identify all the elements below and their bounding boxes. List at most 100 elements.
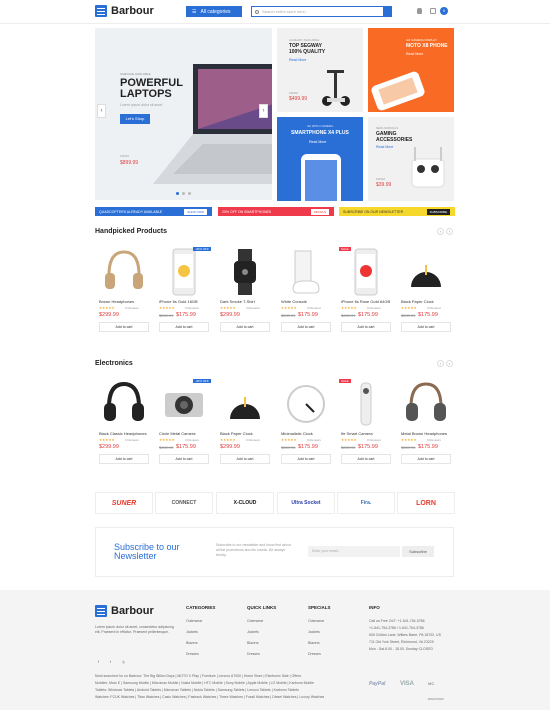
product-image[interactable]: [401, 379, 451, 429]
handpicked-prev[interactable]: ‹: [437, 228, 444, 235]
user-icon[interactable]: [417, 8, 422, 14]
footer-link[interactable]: Dresses: [186, 652, 199, 656]
brand-logo[interactable]: Fira.: [337, 492, 395, 514]
product-name[interactable]: White Console: [281, 299, 307, 304]
tile-link[interactable]: Read More: [406, 52, 423, 56]
product-image[interactable]: [99, 247, 149, 297]
tile-link[interactable]: Read More: [289, 58, 306, 62]
product-name[interactable]: Ife Smart Camera: [341, 431, 373, 436]
facebook-icon[interactable]: f: [98, 660, 99, 664]
electronics-next[interactable]: ›: [446, 360, 453, 367]
product-name[interactable]: iPhone 6s Gold 16GB: [159, 299, 198, 304]
footer-link[interactable]: Blazers: [247, 641, 259, 645]
product-image[interactable]: [220, 247, 270, 297]
lets-shop-button[interactable]: Let's Shop: [120, 114, 150, 124]
add-to-cart-button[interactable]: Add to cart: [220, 454, 270, 464]
product-card[interactable]: SALE iPhone 6s Rose Gold 64GB ★★★★★ 0 Revie…: [337, 245, 395, 355]
footer-link[interactable]: Blazers: [186, 641, 198, 645]
add-to-cart-button[interactable]: Add to cart: [281, 322, 331, 332]
search-button[interactable]: [383, 7, 391, 16]
product-card[interactable]: Brown Headphones ★★★★★ 0 Reviews $299.99 Add…: [95, 245, 153, 355]
newsletter-email-input[interactable]: Enter your email...: [308, 546, 400, 557]
product-image[interactable]: [159, 247, 209, 297]
handpicked-next[interactable]: ›: [446, 228, 453, 235]
product-card[interactable]: -30% OFF iPhone 6s Gold 16GB ★★★★★ 0 Review…: [155, 245, 213, 355]
product-card[interactable]: Dark Smoke T-Shirt ★★★★★ 0 Reviews $299.99 A…: [216, 245, 274, 355]
product-name[interactable]: Black Paper Clock: [401, 299, 434, 304]
promo-strip-quadcopters[interactable]: QUADCOPTERS ALREADY AVAILABLE SHOP NOW: [95, 207, 212, 216]
product-name[interactable]: Minimalistic Clock: [281, 431, 313, 436]
product-name[interactable]: Black Classic Headphones: [99, 431, 147, 436]
footer-link[interactable]: Jackets: [308, 630, 320, 634]
promo-tile-smartphone[interactable]: 4G WITH CAMERA SMARTPHONE X4 PLUS Read M…: [277, 117, 363, 201]
product-card[interactable]: White Console ★★★★★ 0 Reviews $289.99 $175.9…: [277, 245, 335, 355]
add-to-cart-button[interactable]: Add to cart: [99, 322, 149, 332]
footer-link[interactable]: Jackets: [247, 630, 259, 634]
hero-next-arrow[interactable]: ›: [259, 104, 268, 118]
product-name[interactable]: Dark Smoke T-Shirt: [220, 299, 255, 304]
search-input[interactable]: Search entire store here...: [251, 6, 392, 17]
site-logo[interactable]: Barbour: [95, 5, 154, 17]
all-categories-button[interactable]: ☰ All categories: [186, 6, 242, 17]
product-image[interactable]: [341, 247, 391, 297]
shop-now-button[interactable]: SHOP NOW: [184, 209, 207, 215]
product-image[interactable]: [220, 379, 270, 429]
product-card[interactable]: Black Paper Clock ★★★★★ 0 Reviews $299.99 Ad…: [216, 377, 274, 487]
add-to-cart-button[interactable]: Add to cart: [220, 322, 270, 332]
promo-tile-gaming[interactable]: NEW ARRIVALS GAMING ACCESSORIES Read Mor…: [368, 117, 454, 201]
brand-logo[interactable]: Ultra Socket: [277, 492, 335, 514]
add-to-cart-button[interactable]: Add to cart: [99, 454, 149, 464]
tile-link[interactable]: Read More: [376, 145, 393, 149]
promo-strip-newsletter[interactable]: SUBSCRIBE ON OUR NEWSLETTER SUBSCRIBE: [339, 207, 455, 216]
add-to-cart-button[interactable]: Add to cart: [281, 454, 331, 464]
product-card[interactable]: Minimalistic Clock ★★★★★ 0 Reviews $289.99 $…: [277, 377, 335, 487]
instagram-icon[interactable]: ◎: [122, 660, 125, 664]
product-image[interactable]: [341, 379, 391, 429]
product-name[interactable]: Brown Headphones: [99, 299, 134, 304]
brand-logo[interactable]: CONNECT: [155, 492, 213, 514]
add-to-cart-button[interactable]: Add to cart: [401, 454, 451, 464]
product-name[interactable]: Black Paper Clock: [220, 431, 253, 436]
newsletter-subscribe-button[interactable]: Subscribe: [402, 546, 434, 557]
product-card[interactable]: Metal Brown Headphones ★★★★★ 0 Reviews $289…: [397, 377, 455, 487]
footer-link[interactable]: Outerwear: [247, 619, 263, 623]
footer-link[interactable]: Jackets: [186, 630, 198, 634]
hero-dot[interactable]: [188, 192, 191, 195]
product-card[interactable]: -30% OFF Circle Metal Camera ★★★★★ 0 Review…: [155, 377, 213, 487]
add-to-cart-button[interactable]: Add to cart: [401, 322, 451, 332]
product-image[interactable]: [99, 379, 149, 429]
promo-tile-phone[interactable]: 4.8 CAMERA DISPLAY MOTO X8 PHONE Read Mo…: [368, 28, 454, 112]
add-to-cart-button[interactable]: Add to cart: [341, 454, 391, 464]
details-button[interactable]: DETAILS: [310, 209, 329, 215]
product-image[interactable]: [159, 379, 209, 429]
hero-dot[interactable]: [176, 192, 179, 195]
promo-tile-segway[interactable]: ALREADY AVAILABLE TOP SEGWAY 100% QUALIT…: [277, 28, 363, 112]
brand-logo[interactable]: LORN: [397, 492, 455, 514]
product-name[interactable]: Metal Brown Headphones: [401, 431, 447, 436]
add-to-cart-button[interactable]: Add to cart: [341, 322, 391, 332]
product-card[interactable]: Black Classic Headphones ★★★★★ 0 Reviews $2…: [95, 377, 153, 487]
add-to-cart-button[interactable]: Add to cart: [159, 454, 209, 464]
tile-link[interactable]: Read More: [309, 140, 326, 144]
product-card[interactable]: SALE Ife Smart Camera ★★★★★ 0 Reviews $289.9…: [337, 377, 395, 487]
product-name[interactable]: iPhone 6s Rose Gold 64GB: [341, 299, 390, 304]
electronics-prev[interactable]: ‹: [437, 360, 444, 367]
product-name[interactable]: Circle Metal Camera: [159, 431, 195, 436]
hero-prev-arrow[interactable]: ‹: [97, 104, 106, 118]
brand-logo[interactable]: SUNER: [95, 492, 153, 514]
product-image[interactable]: [281, 379, 331, 429]
twitter-icon[interactable]: t: [110, 660, 111, 664]
footer-link[interactable]: Dresses: [247, 652, 260, 656]
footer-link[interactable]: Blazers: [308, 641, 320, 645]
footer-link[interactable]: Outerwear: [186, 619, 202, 623]
add-to-cart-button[interactable]: Add to cart: [159, 322, 209, 332]
subscribe-strip-button[interactable]: SUBSCRIBE: [426, 209, 450, 215]
footer-link[interactable]: Dresses: [308, 652, 321, 656]
brand-logo[interactable]: X-CLOUD: [216, 492, 274, 514]
hero-dot[interactable]: [182, 192, 185, 195]
product-card[interactable]: Black Paper Clock ★★★★★ 0 Reviews $289.99 $1…: [397, 245, 455, 355]
promo-strip-smartphones[interactable]: 20% OFF ON SMARTPHONES DETAILS: [218, 207, 334, 216]
product-image[interactable]: [281, 247, 331, 297]
footer-logo[interactable]: Barbour: [95, 605, 154, 617]
cart-icon[interactable]: [430, 8, 436, 14]
